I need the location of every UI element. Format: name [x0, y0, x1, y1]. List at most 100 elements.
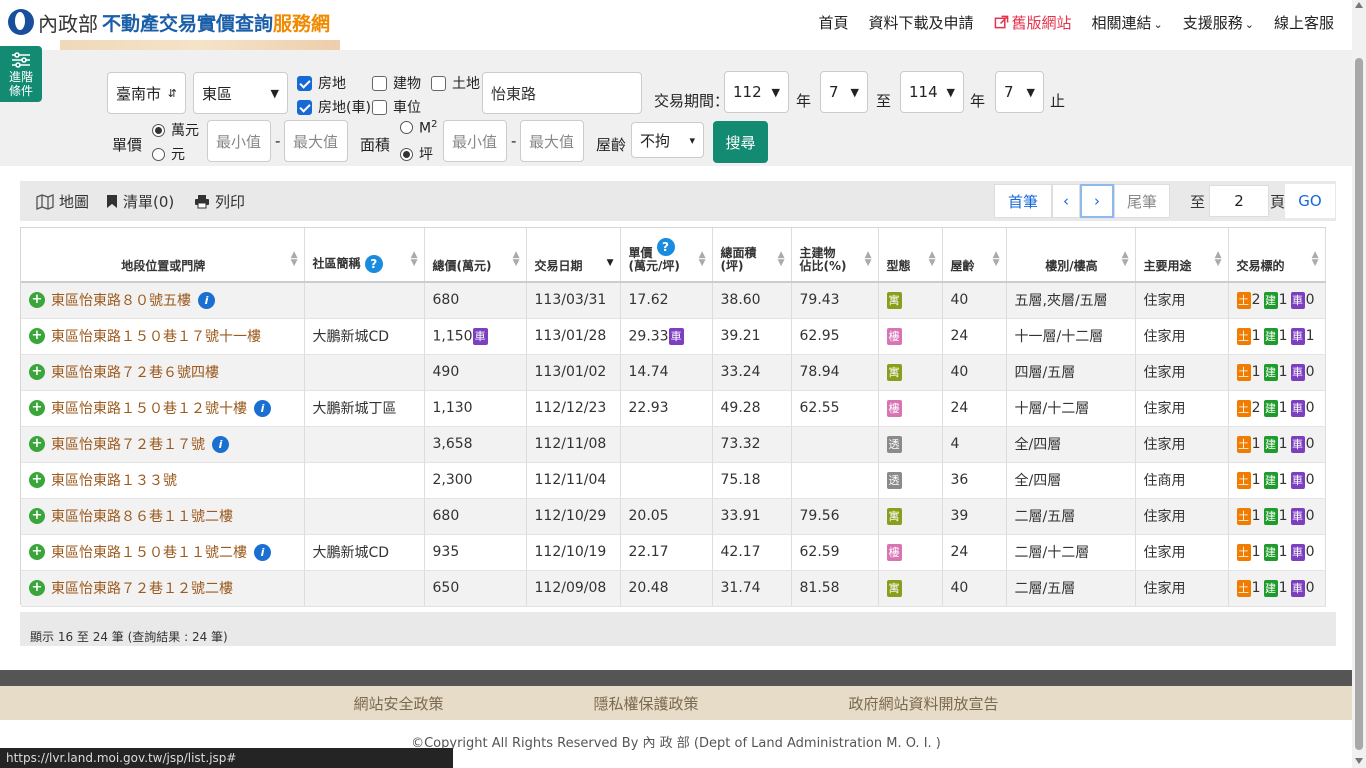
age-select[interactable]: 不拘 ▾	[631, 122, 704, 158]
col-header-type[interactable]: 型態 ▲ ▼	[878, 228, 943, 283]
address-link[interactable]: 東區怡東路８０號五樓	[51, 290, 191, 310]
nav-online-service[interactable]: 線上客服	[1274, 12, 1334, 33]
nav-download[interactable]: 資料下載及申請	[868, 12, 973, 33]
cell-address[interactable]: + 東區怡東路８６巷１１號二樓	[21, 498, 305, 535]
footer-link-security[interactable]: 網站安全政策	[353, 693, 443, 714]
cell-address[interactable]: + 東區怡東路７２巷６號四樓	[21, 354, 305, 391]
table-row[interactable]: + 東區怡東路７２巷６號四樓 490 113/01/02 14.74 33.24 78.94…	[21, 354, 1326, 391]
list-button[interactable]: 清單(0)	[106, 191, 174, 212]
help-icon[interactable]: ?	[364, 255, 383, 273]
col-header-community[interactable]: 社區簡稱 ? ▲ ▼	[304, 228, 425, 283]
checkbox-house-land[interactable]: 房地	[297, 73, 346, 93]
city-select[interactable]: 臺南市 ⇵	[107, 72, 186, 114]
info-icon[interactable]: i	[254, 543, 271, 561]
help-icon[interactable]: ?	[656, 238, 675, 256]
checkbox-building[interactable]: 建物	[372, 73, 421, 93]
map-button[interactable]: 地圖	[36, 191, 89, 212]
area-max-input[interactable]: 最大值	[520, 120, 584, 162]
area-min-input[interactable]: 最小值	[443, 120, 507, 162]
expand-plus-icon[interactable]: +	[29, 472, 45, 488]
address-link[interactable]: 東區怡東路８６巷１１號二樓	[51, 506, 233, 526]
address-link[interactable]: 東區怡東路７２巷６號四樓	[51, 362, 219, 382]
road-input[interactable]: 怡東路	[482, 72, 642, 114]
scroll-up-arrow-icon[interactable]	[1355, 2, 1363, 8]
start-year-select[interactable]: 112 ▼	[724, 71, 789, 113]
table-row[interactable]: + 東區怡東路７２巷１２號二樓 650 112/09/08 20.48 31.74 81.5…	[21, 570, 1326, 607]
expand-plus-icon[interactable]: +	[29, 508, 45, 524]
col-header-use[interactable]: 主要用途 ▲ ▼	[1135, 228, 1229, 283]
checkbox-parking[interactable]: 車位	[372, 97, 421, 117]
end-month-select[interactable]: 7 ▼	[995, 71, 1044, 113]
cell-address[interactable]: + 東區怡東路１５０巷１７號十一樓	[21, 318, 305, 355]
page-number-input[interactable]: 2	[1209, 185, 1269, 217]
col-header-unit-price[interactable]: 單價 (萬元/坪)? ▲ ▼	[620, 228, 713, 283]
table-row[interactable]: + 東區怡東路８６巷１１號二樓 680 112/10/29 20.05 33.91 79.5…	[21, 498, 1326, 535]
checkbox-house-land-car[interactable]: 房地(車)	[297, 97, 371, 117]
col-header-age[interactable]: 屋齡 ▲ ▼	[942, 228, 1007, 283]
address-link[interactable]: 東區怡東路７２巷１２號二樓	[51, 578, 233, 598]
table-row[interactable]: + 東區怡東路８０號五樓 i 680 113/03/31 17.62 38.60 79.43 寓…	[21, 282, 1326, 319]
expand-plus-icon[interactable]: +	[29, 436, 45, 452]
expand-plus-icon[interactable]: +	[29, 400, 45, 416]
col-header-main-ratio[interactable]: 主建物 佔比(%) ▲ ▼	[791, 228, 879, 283]
address-link[interactable]: 東區怡東路７２巷１７號	[51, 434, 205, 454]
info-icon[interactable]: i	[212, 435, 229, 453]
address-link[interactable]: 東區怡東路１５０巷１２號十樓	[51, 398, 247, 418]
radio-area-ping[interactable]: 坪	[400, 144, 433, 164]
nav-support[interactable]: 支援服務 ⌄	[1183, 12, 1254, 33]
table-row[interactable]: + 東區怡東路１５０巷１１號二樓 i 大鵬新城CD 935 112/10/19 22.17 4…	[21, 534, 1326, 571]
table-row[interactable]: + 東區怡東路１５０巷１２號十樓 i 大鵬新城丁區 1,130 112/12/23 22.9…	[21, 390, 1326, 427]
scroll-thumb[interactable]	[1355, 58, 1363, 750]
unit-price-max-input[interactable]: 最大值	[284, 120, 348, 162]
expand-plus-icon[interactable]: +	[29, 580, 45, 596]
address-link[interactable]: 東區怡東路１５０巷１１號二樓	[51, 542, 247, 562]
cell-address[interactable]: + 東區怡東路８０號五樓 i	[21, 282, 305, 319]
vertical-scrollbar[interactable]	[1352, 0, 1366, 768]
col-header-address[interactable]: 地段位置或門牌 ▲ ▼	[21, 228, 305, 283]
info-icon[interactable]: i	[254, 399, 271, 417]
expand-plus-icon[interactable]: +	[29, 328, 45, 344]
go-button[interactable]: GO	[1285, 184, 1335, 218]
radio-unit-wan[interactable]: 萬元	[152, 120, 199, 140]
next-page-button[interactable]: ›	[1080, 184, 1114, 218]
address-link[interactable]: 東區怡東路１３３號	[51, 470, 177, 490]
site-logo[interactable]: 內政部 不動產交易實價查詢 服務網	[0, 8, 330, 37]
expand-plus-icon[interactable]: +	[29, 544, 45, 560]
radio-unit-yuan[interactable]: 元	[152, 144, 185, 164]
scroll-down-arrow-icon[interactable]	[1355, 758, 1363, 764]
nav-old-site[interactable]: 舊版網站	[994, 12, 1072, 33]
col-header-area[interactable]: 總面積 (坪) ▲ ▼	[712, 228, 792, 283]
col-header-total-price[interactable]: 總價(萬元) ▲ ▼	[424, 228, 527, 283]
nav-related-links[interactable]: 相關連結 ⌄	[1092, 12, 1163, 33]
print-button[interactable]: 列印	[194, 191, 245, 212]
search-button[interactable]: 搜尋	[713, 121, 768, 163]
expand-plus-icon[interactable]: +	[29, 292, 45, 309]
end-year-select[interactable]: 114 ▼	[900, 71, 964, 113]
expand-plus-icon[interactable]: +	[29, 364, 45, 380]
checkbox-land[interactable]: 土地	[431, 73, 480, 93]
unit-price-min-input[interactable]: 最小值	[207, 120, 271, 162]
prev-page-button[interactable]: ‹	[1052, 184, 1080, 218]
advanced-conditions-tab[interactable]: 進階 條件	[0, 46, 42, 102]
cell-address[interactable]: + 東區怡東路７２巷１７號 i	[21, 426, 305, 463]
start-month-select[interactable]: 7 ▼	[820, 71, 868, 113]
cell-address[interactable]: + 東區怡東路７２巷１２號二樓	[21, 570, 305, 607]
table-row[interactable]: + 東區怡東路１３３號 2,300 112/11/04 75.18 透 36 全/四層 住商用土…	[21, 462, 1326, 499]
footer-link-open-data[interactable]: 政府網站資料開放宣告	[849, 693, 999, 714]
address-link[interactable]: 東區怡東路１５０巷１７號十一樓	[51, 326, 261, 346]
first-page-button[interactable]: 首筆	[994, 184, 1052, 218]
district-select[interactable]: 東區 ▼	[193, 72, 288, 114]
table-row[interactable]: + 東區怡東路７２巷１７號 i 3,658 112/11/08 73.32 透 4 全/四層 住家…	[21, 426, 1326, 463]
col-header-target[interactable]: 交易標的 ▲ ▼	[1228, 228, 1326, 283]
cell-address[interactable]: + 東區怡東路１３３號	[21, 462, 305, 499]
info-icon[interactable]: i	[198, 291, 215, 309]
last-page-button[interactable]: 尾筆	[1114, 184, 1170, 218]
cell-address[interactable]: + 東區怡東路１５０巷１１號二樓 i	[21, 534, 305, 571]
cell-address[interactable]: + 東區怡東路１５０巷１２號十樓 i	[21, 390, 305, 427]
footer-link-privacy[interactable]: 隱私權保護政策	[593, 693, 698, 714]
col-header-date[interactable]: 交易日期 ▼	[526, 228, 621, 283]
nav-home[interactable]: 首頁	[818, 12, 848, 33]
table-row[interactable]: + 東區怡東路１５０巷１７號十一樓 大鵬新城CD 1,150 車 113/01/28 29.…	[21, 318, 1326, 355]
radio-area-m2[interactable]: M2	[400, 119, 437, 137]
col-header-floor[interactable]: 樓別/樓高 ▲ ▼	[1006, 228, 1136, 283]
